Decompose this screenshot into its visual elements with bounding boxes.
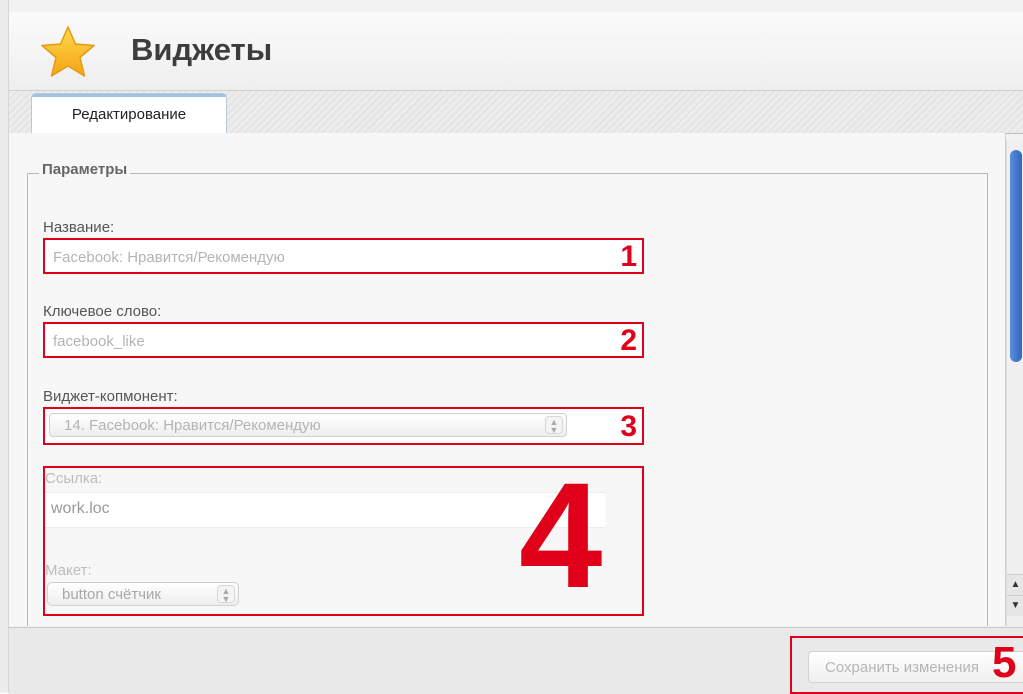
name-field[interactable]: Facebook: Нравится/Рекомендую 1 <box>43 238 644 274</box>
annotation-marker-4: 4 <box>519 466 603 616</box>
tab-edit[interactable]: Редактирование <box>31 93 227 134</box>
keyword-value: facebook_like <box>53 333 145 350</box>
layout-label: Макет: <box>45 562 92 579</box>
save-button[interactable]: Сохранить изменения <box>808 651 1023 683</box>
page-title: Виджеты <box>131 32 273 67</box>
link-label: Ссылка: <box>45 470 103 487</box>
name-value: Facebook: Нравится/Рекомендую <box>53 249 285 266</box>
annotation-marker-1: 1 <box>620 240 637 273</box>
select-arrows-icon: ▲ ▼ <box>217 585 235 604</box>
widget-editor-window: Виджеты Редактирование Параметры Названи… <box>0 0 1023 694</box>
tab-edit-label: Редактирование <box>71 106 187 123</box>
footer-bar: Сохранить изменения 5 <box>9 627 1023 694</box>
annotation-marker-5: 5 <box>992 638 1017 687</box>
scrollbar-thumb[interactable] <box>1010 150 1022 362</box>
select-arrows-icon: ▲ ▼ <box>545 416 563 435</box>
scroll-down-icon[interactable]: ▼ <box>1007 595 1023 616</box>
vertical-scrollbar[interactable]: ▲ ▼ <box>1006 140 1023 626</box>
tab-strip: Редактирование <box>9 90 1023 134</box>
star-icon <box>41 26 95 77</box>
content-panel: Параметры Название: Facebook: Нравится/Р… <box>9 133 1006 626</box>
annotation-marker-3: 3 <box>620 410 637 443</box>
component-label: Виджет-копмонент: <box>43 388 178 405</box>
page-header: Виджеты <box>9 12 1023 90</box>
component-settings-box: Ссылка: work.loc Макет: button счётчик ▲… <box>43 466 644 616</box>
window-edge <box>0 0 9 693</box>
save-button-label: Сохранить изменения <box>825 659 980 676</box>
save-highlight-box: Сохранить изменения 5 <box>790 636 1023 694</box>
layout-select[interactable]: button счётчик ▲ ▼ <box>47 582 239 606</box>
scroll-up-icon[interactable]: ▲ <box>1007 574 1023 595</box>
component-select[interactable]: 14. Facebook: Нравится/Рекомендую ▲ ▼ <box>49 413 567 437</box>
link-value: work.loc <box>51 500 110 517</box>
name-label: Название: <box>43 219 115 236</box>
keyword-label: Ключевое слово: <box>43 303 162 320</box>
annotation-marker-2: 2 <box>620 324 637 357</box>
keyword-field[interactable]: facebook_like 2 <box>43 322 644 358</box>
component-select-box: 14. Facebook: Нравится/Рекомендую ▲ ▼ 3 <box>43 407 644 445</box>
fieldset-legend: Параметры <box>39 161 131 178</box>
component-select-value: 14. Facebook: Нравится/Рекомендую <box>64 417 321 434</box>
layout-select-value: button счётчик <box>62 586 161 603</box>
